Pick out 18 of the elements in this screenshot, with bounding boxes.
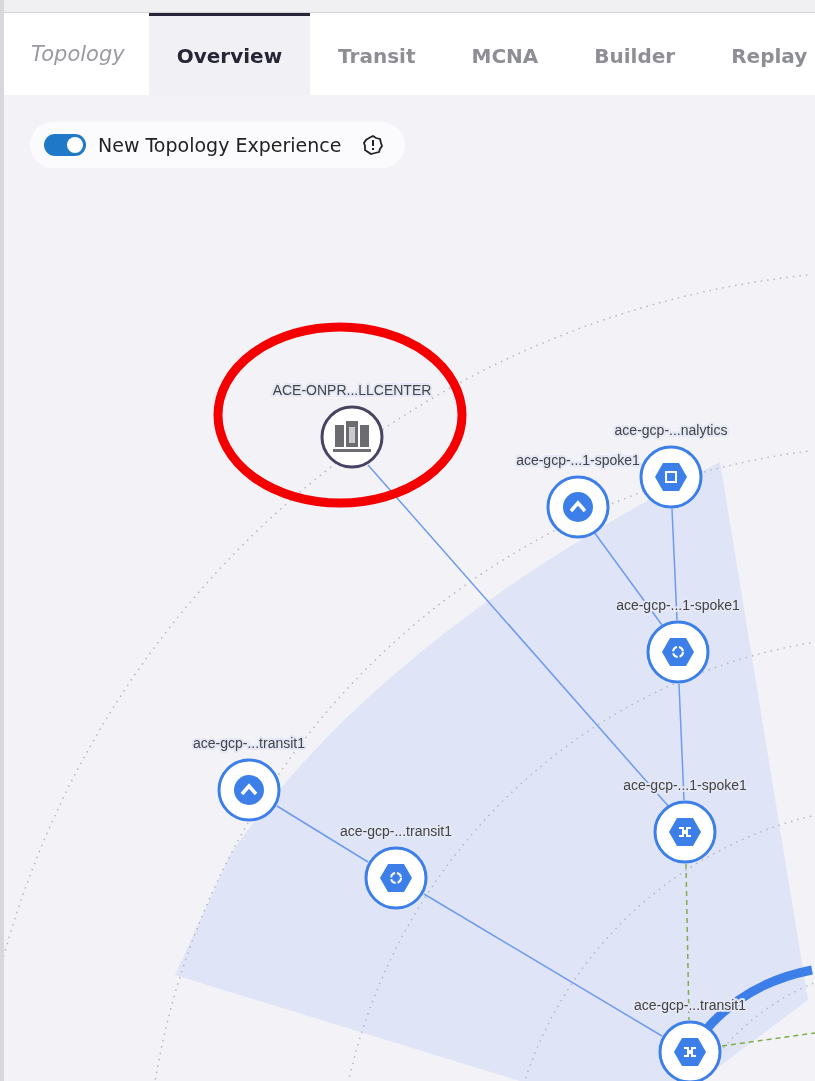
chevron-node-icon[interactable] (546, 475, 610, 539)
node-label: ace-gcp-...1-spoke1 (516, 452, 640, 468)
server-node-icon[interactable] (320, 405, 384, 469)
hexagon-node-icon[interactable] (639, 445, 703, 509)
hexagon-node-icon[interactable] (646, 620, 710, 684)
node-label: ACE-ONPR...LLCENTER (272, 382, 432, 398)
node-label: ace-gcp-...transit1 (192, 735, 306, 751)
section-title: Topology (30, 41, 126, 68)
hexagon-node-icon[interactable] (658, 1020, 722, 1081)
node-label: ace-gcp-...nalytics (614, 422, 728, 438)
hexagon-node-icon[interactable] (653, 800, 717, 864)
alert-badge-icon[interactable] (363, 135, 384, 155)
tab[interactable]: Overview (148, 13, 311, 95)
node-label: ace-gcp-...transit1 (339, 823, 453, 839)
toggle-label: New Topology Experience (98, 134, 342, 156)
chevron-node-icon[interactable] (217, 758, 281, 822)
hexagon-node-icon[interactable] (364, 846, 428, 910)
toggle-switch[interactable] (44, 134, 86, 156)
